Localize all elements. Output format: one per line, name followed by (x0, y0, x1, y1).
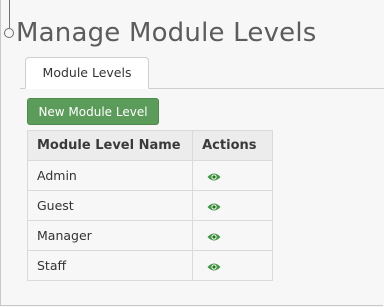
eye-icon[interactable] (207, 202, 221, 212)
tab-module-levels[interactable]: Module Levels (25, 57, 149, 89)
eye-icon[interactable] (207, 232, 221, 242)
table-row: Manager (26, 220, 273, 251)
module-levels-table: Module Level Name Actions Admin Guest Ma… (26, 130, 273, 281)
table-row: Admin (26, 160, 273, 191)
column-header-name: Module Level Name (26, 130, 194, 161)
module-level-name: Manager (26, 220, 194, 251)
module-level-name: Guest (26, 190, 194, 221)
actions-cell (192, 160, 273, 191)
module-level-name: Staff (26, 250, 194, 281)
timeline-line (9, 0, 10, 28)
module-level-name: Admin (26, 160, 194, 191)
table-row: Staff (26, 250, 273, 281)
new-module-level-button[interactable]: New Module Level (27, 98, 159, 125)
table-row: Guest (26, 190, 273, 221)
timeline-node-icon (4, 28, 14, 38)
page-title: Manage Module Levels (16, 18, 317, 48)
eye-icon[interactable] (207, 262, 221, 272)
table-header-row: Module Level Name Actions (26, 130, 273, 161)
actions-cell (192, 220, 273, 251)
column-header-actions: Actions (192, 130, 273, 161)
actions-cell (192, 190, 273, 221)
eye-icon[interactable] (207, 172, 221, 182)
actions-cell (192, 250, 273, 281)
